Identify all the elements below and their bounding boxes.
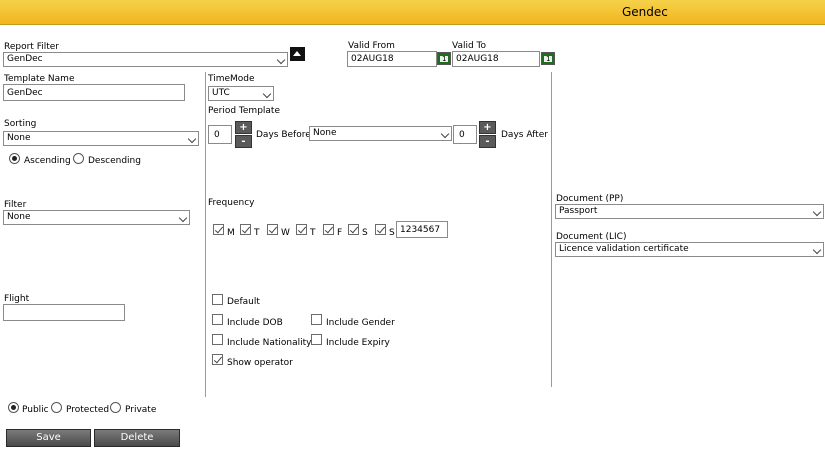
include-gender-checkbox[interactable] [311, 314, 322, 325]
frequency-wed-checkbox[interactable] [267, 224, 278, 235]
frequency-tue-checkbox[interactable] [240, 224, 251, 235]
period-template-label: Period Template [208, 106, 280, 116]
window-title: Gendec [622, 5, 668, 19]
timemode-select[interactable]: UTC [208, 86, 274, 101]
period-template-value: None [313, 128, 337, 138]
frequency-sat-checkbox[interactable] [348, 224, 359, 235]
frequency-day-label: F [337, 228, 343, 238]
timemode-value: UTC [212, 88, 230, 98]
include-expiry-label: Include Expiry [326, 338, 390, 348]
template-name-label: Template Name [4, 74, 75, 84]
include-nationality-checkbox[interactable] [212, 334, 223, 345]
document-lic-select[interactable]: Licence validation certificate [555, 242, 824, 257]
filter-select[interactable]: None [3, 210, 190, 225]
document-pp-label: Document (PP) [556, 194, 624, 204]
chevron-down-icon [812, 207, 822, 217]
include-nationality-label: Include Nationality [227, 338, 312, 348]
frequency-thu-checkbox[interactable] [296, 224, 307, 235]
sorting-select[interactable]: None [3, 131, 199, 146]
protected-label: Protected [66, 405, 110, 415]
default-checkbox[interactable] [212, 294, 223, 305]
include-dob-label: Include DOB [227, 318, 283, 328]
column-divider-left [205, 72, 206, 397]
frequency-sun-checkbox[interactable] [375, 224, 386, 235]
days-before-label: Days Before [256, 130, 311, 140]
report-filter-select[interactable]: GenDec [3, 52, 288, 67]
frequency-day-label: W [281, 228, 290, 238]
valid-to-input[interactable] [452, 51, 540, 67]
frequency-day-label: S [362, 228, 368, 238]
valid-from-input[interactable] [347, 51, 437, 67]
protected-radio[interactable] [51, 402, 62, 413]
frequency-day-label: T [254, 228, 260, 238]
frequency-input[interactable] [396, 221, 448, 238]
days-after-plus-button[interactable]: + [479, 121, 496, 134]
descending-radio[interactable] [73, 153, 84, 164]
frequency-label: Frequency [208, 198, 255, 208]
frequency-day-label: T [310, 228, 316, 238]
days-after-label: Days After [501, 130, 548, 140]
chevron-down-icon [187, 134, 197, 144]
report-filter-value: GenDec [7, 54, 43, 64]
period-template-select[interactable]: None [309, 126, 452, 141]
report-filter-label: Report Filter [4, 42, 59, 52]
private-radio[interactable] [110, 402, 121, 413]
show-operator-checkbox[interactable] [212, 354, 223, 365]
chevron-down-icon [812, 245, 822, 255]
delete-button[interactable]: Delete [94, 429, 180, 447]
document-pp-select[interactable]: Passport [555, 204, 824, 219]
private-label: Private [125, 405, 157, 415]
frequency-mon-checkbox[interactable] [213, 224, 224, 235]
ascending-label: Ascending [24, 156, 71, 166]
template-name-input[interactable] [3, 84, 185, 101]
valid-to-label: Valid To [452, 41, 487, 51]
days-after-minus-button[interactable]: - [479, 135, 496, 148]
days-before-minus-button[interactable]: - [235, 135, 252, 148]
days-after-input[interactable]: 0 [453, 125, 477, 144]
default-label: Default [227, 297, 260, 307]
document-lic-label: Document (LIC) [556, 232, 627, 242]
descending-label: Descending [88, 156, 141, 166]
frequency-day-label: S [389, 228, 395, 238]
include-gender-label: Include Gender [326, 318, 395, 328]
collapse-up-button[interactable] [290, 47, 305, 61]
flight-label: Flight [4, 294, 30, 304]
chevron-down-icon [276, 55, 286, 65]
save-button[interactable]: Save [6, 429, 91, 447]
filter-label: Filter [4, 200, 27, 210]
chevron-down-icon [262, 89, 272, 99]
column-divider-right [551, 72, 552, 387]
chevron-down-icon [178, 213, 188, 223]
sorting-value: None [7, 133, 31, 143]
title-bar: Gendec [0, 0, 825, 25]
days-before-plus-button[interactable]: + [235, 121, 252, 134]
public-radio[interactable] [8, 402, 19, 413]
frequency-day-label: M [227, 228, 235, 238]
ascending-radio[interactable] [9, 153, 20, 164]
include-expiry-checkbox[interactable] [311, 334, 322, 345]
show-operator-label: Show operator [227, 358, 293, 368]
valid-from-label: Valid From [348, 41, 395, 51]
public-label: Public [22, 405, 49, 415]
document-pp-value: Passport [559, 206, 598, 216]
include-dob-checkbox[interactable] [212, 314, 223, 325]
days-before-input[interactable]: 0 [208, 125, 232, 144]
timemode-label: TimeMode [208, 74, 255, 84]
calendar-icon[interactable]: 1 [437, 52, 451, 65]
calendar-icon[interactable]: 1 [541, 52, 555, 65]
filter-value: None [7, 212, 31, 222]
document-lic-value: Licence validation certificate [559, 244, 689, 254]
frequency-fri-checkbox[interactable] [323, 224, 334, 235]
chevron-down-icon [440, 129, 450, 139]
flight-input[interactable] [3, 304, 125, 321]
sorting-label: Sorting [4, 119, 37, 129]
